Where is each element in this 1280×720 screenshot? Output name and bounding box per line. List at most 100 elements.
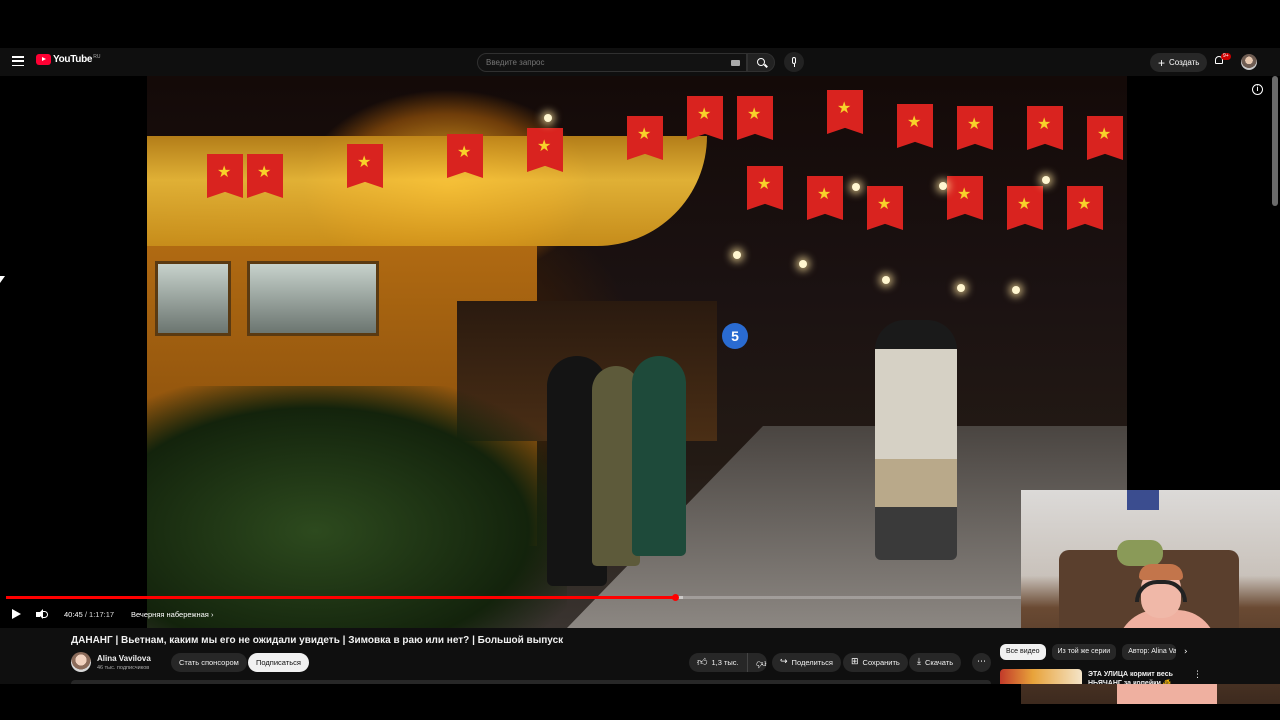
- notifications-badge: 9+: [1221, 53, 1231, 60]
- string-light: [1042, 176, 1050, 184]
- microphone-stand: [793, 64, 795, 67]
- more-vertical-icon[interactable]: ⋮: [1193, 670, 1202, 680]
- description-box[interactable]: [71, 680, 991, 684]
- chip-all-videos[interactable]: Все видео: [1000, 644, 1046, 660]
- notifications-button[interactable]: 9+: [1213, 53, 1231, 67]
- logo-text: YouTube: [53, 54, 93, 65]
- chapter-button[interactable]: Вечерняя набережная ›: [131, 610, 213, 619]
- plants: [147, 386, 567, 628]
- flag: [1027, 106, 1063, 150]
- search-button[interactable]: [747, 53, 775, 72]
- chevron-right-icon: ›: [210, 610, 214, 619]
- progress-bar[interactable]: [6, 594, 1021, 601]
- info-icon[interactable]: i: [1252, 84, 1263, 95]
- channel-avatar[interactable]: [71, 652, 91, 672]
- flag: [447, 134, 483, 178]
- like-button[interactable]: 👍︎ 1,3 тыс.: [689, 653, 748, 672]
- video-details: ДАНАНГ | Вьетнам, каким мы его не ожидал…: [0, 628, 1280, 684]
- more-actions-button[interactable]: ⋯: [972, 653, 991, 672]
- download-button[interactable]: ⤓ Скачать: [909, 653, 962, 672]
- flag: [627, 116, 663, 160]
- neon-sign-five: 5: [722, 323, 748, 349]
- share-icon: ↪: [780, 657, 788, 667]
- logo-region: RU: [93, 53, 101, 60]
- account-avatar[interactable]: [1241, 54, 1257, 70]
- string-light: [799, 260, 807, 268]
- thumbs-down-icon: 👍︎: [755, 657, 767, 669]
- plus-icon: +: [1158, 55, 1166, 70]
- youtube-watch-page: YouTube RU + Создать 9+: [0, 0, 1280, 720]
- flag: [947, 176, 983, 220]
- masthead: YouTube RU + Создать 9+: [0, 48, 1280, 76]
- time-display: 40:45 / 1:17:17: [64, 610, 114, 619]
- string-light: [733, 251, 741, 259]
- progress-played: [6, 596, 675, 599]
- video-title: ДАНАНГ | Вьетнам, каким мы его не ожидал…: [71, 635, 564, 646]
- video-player[interactable]: 5 i 40:45 / 1: [0, 76, 1280, 704]
- webcam-pillow: [1117, 540, 1163, 566]
- search-icon: [757, 58, 765, 66]
- truck-window: [247, 261, 379, 336]
- share-label: Поделиться: [791, 658, 833, 667]
- voice-search-button[interactable]: [784, 52, 804, 72]
- chevron-right-icon[interactable]: ›: [1184, 647, 1188, 657]
- webcam-poster: [1127, 490, 1159, 510]
- flag: [827, 90, 863, 134]
- video-frame[interactable]: 5: [147, 76, 1127, 628]
- flag: [867, 186, 903, 230]
- flag: [247, 154, 283, 198]
- channel-name[interactable]: Alina Vavilova: [97, 654, 151, 663]
- like-count: 1,3 тыс.: [711, 658, 739, 667]
- menu-icon[interactable]: [12, 56, 24, 66]
- keyboard-icon[interactable]: [731, 60, 740, 66]
- chip-same-series[interactable]: Из той же серии: [1051, 644, 1117, 660]
- flag: [1067, 186, 1103, 230]
- share-button[interactable]: ↪ Поделиться: [772, 653, 841, 672]
- flag: [347, 144, 383, 188]
- flag: [807, 176, 843, 220]
- person-walking-away: [875, 320, 957, 560]
- youtube-play-icon: [36, 54, 51, 65]
- chapter-label: Вечерняя набережная: [131, 610, 209, 619]
- person-green-shirt: [632, 356, 686, 556]
- webcam-streamer-hair: [1139, 564, 1183, 580]
- string-light: [1012, 286, 1020, 294]
- page-scrollbar[interactable]: [1272, 76, 1278, 206]
- current-time: 40:45: [64, 610, 83, 619]
- search-box: [477, 53, 747, 72]
- flag: [737, 96, 773, 140]
- microphone-icon: [792, 57, 796, 64]
- more-horizontal-icon: ⋯: [977, 657, 986, 667]
- play-icon[interactable]: [12, 609, 21, 619]
- string-light: [544, 114, 552, 122]
- string-light: [957, 284, 965, 292]
- string-light: [882, 276, 890, 284]
- recommendation-thumbnail[interactable]: [1000, 669, 1082, 684]
- recommendation-title[interactable]: ЭТА УЛИЦА кормит весь НЬЯЧАНГ за копейки…: [1088, 670, 1184, 684]
- join-button[interactable]: Стать спонсором: [171, 653, 247, 672]
- related-filter-chips: Все видео Из той же серии Автор: Alina V…: [1000, 644, 1177, 660]
- create-button[interactable]: + Создать: [1150, 53, 1208, 72]
- flag: [1007, 186, 1043, 230]
- flag: [957, 106, 993, 150]
- player-controls: 40:45 / 1:17:17 Вечерняя набережная ›: [0, 602, 1021, 626]
- flag: [687, 96, 723, 140]
- download-icon: ⤓: [917, 657, 921, 667]
- string-light: [939, 182, 947, 190]
- playlist-add-icon: ⊞: [851, 657, 859, 667]
- like-dislike-group: 👍︎ 1,3 тыс. 👍︎: [689, 653, 767, 672]
- volume-icon[interactable]: [36, 609, 48, 620]
- subscribe-button[interactable]: Подписаться: [248, 653, 309, 672]
- thumbs-up-icon: 👍︎: [697, 656, 708, 668]
- youtube-logo[interactable]: YouTube RU: [36, 54, 100, 65]
- search-input[interactable]: [486, 58, 716, 67]
- duration: 1:17:17: [89, 610, 115, 619]
- progress-scrubber-handle[interactable]: [671, 594, 679, 601]
- channel-subscribers: 46 тыс. подписчиков: [97, 665, 150, 671]
- download-label: Скачать: [924, 658, 954, 667]
- mouse-cursor-icon: [0, 276, 5, 283]
- chip-author[interactable]: Автор: Alina Va: [1122, 644, 1177, 660]
- flag: [897, 104, 933, 148]
- save-button[interactable]: ⊞ Сохранить: [843, 653, 908, 672]
- dislike-button[interactable]: 👍︎: [748, 653, 774, 672]
